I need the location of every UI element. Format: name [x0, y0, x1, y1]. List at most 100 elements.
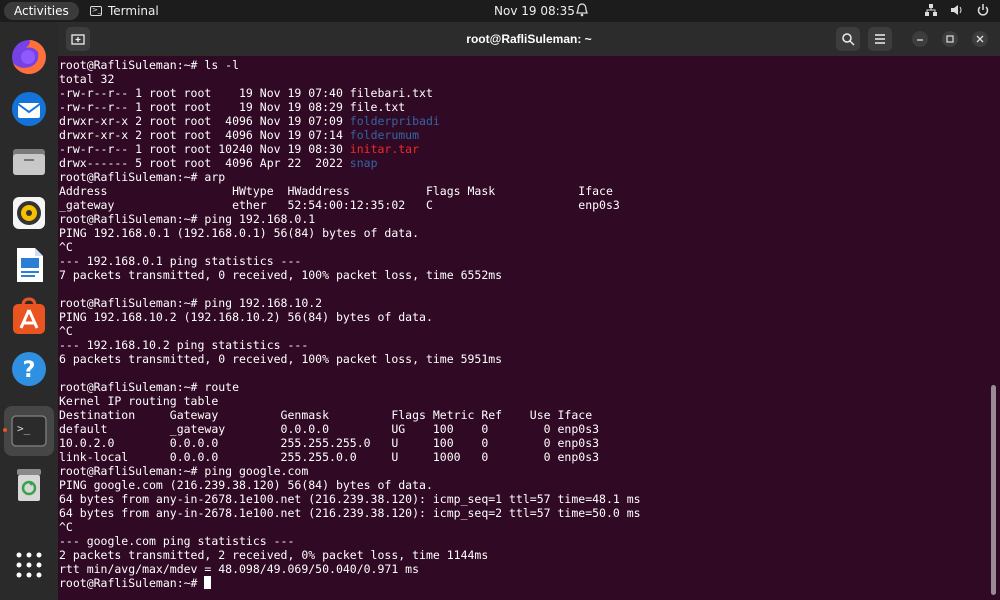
terminal-line: ^C: [58, 520, 988, 534]
alarm-icon: [576, 3, 588, 20]
terminal-line: Address HWtype HWaddress Flags Mask Ifac…: [58, 184, 988, 198]
terminal-text: snap: [349, 156, 378, 170]
terminal-line: -rw-r--r-- 1 root root 19 Nov 19 08:29 f…: [58, 100, 988, 114]
volume-icon[interactable]: [950, 3, 964, 20]
text-cursor: [204, 576, 212, 589]
terminal-text: default _gateway 0.0.0.0 UG 100 0 0 enp0…: [59, 422, 600, 436]
terminal-line: link-local 0.0.0.0 255.255.0.0 U 1000 0 …: [58, 450, 988, 464]
terminal-text: 7 packets transmitted, 0 received, 100% …: [59, 268, 503, 282]
terminal-text: 6 packets transmitted, 0 received, 100% …: [59, 352, 503, 366]
minimize-button[interactable]: [912, 31, 928, 47]
power-icon[interactable]: [976, 3, 990, 20]
terminal-text: PING 192.168.0.1 (192.168.0.1) 56(84) by…: [59, 226, 420, 240]
terminal-line: _gateway ether 52:54:00:12:35:02 C enp0s…: [58, 198, 988, 212]
scrollbar[interactable]: [991, 385, 996, 595]
writer-icon[interactable]: [8, 244, 50, 286]
terminal-line: total 32: [58, 72, 988, 86]
terminal-line: Kernel IP routing table: [58, 394, 988, 408]
terminal-line: --- 192.168.10.2 ping statistics ---: [58, 338, 988, 352]
app-grid-icon[interactable]: [8, 544, 50, 586]
network-icon[interactable]: [924, 3, 938, 20]
terminal-text: drwxr-xr-x 2 root root 4096 Nov 19 07:09: [59, 114, 350, 128]
terminal-text: 2 packets transmitted, 2 received, 0% pa…: [59, 548, 489, 562]
activities-button[interactable]: Activities: [4, 2, 79, 20]
terminal-line: root@RafliSuleman:~# route: [58, 380, 988, 394]
terminal-line: root@RafliSuleman:~# ping 192.168.0.1: [58, 212, 988, 226]
dock: ? >_: [0, 22, 58, 600]
terminal-line: root@RafliSuleman:~# ls -l: [58, 58, 988, 72]
terminal-line: root@RafliSuleman:~# ping 192.168.10.2: [58, 296, 988, 310]
terminal-text: root@RafliSuleman:~# arp: [59, 170, 226, 184]
software-icon[interactable]: [8, 296, 50, 338]
terminal-text: --- google.com ping statistics ---: [59, 534, 295, 548]
terminal-text: drwxr-xr-x 2 root root 4096 Nov 19 07:14: [59, 128, 350, 142]
terminal-line: --- 192.168.0.1 ping statistics ---: [58, 254, 988, 268]
terminal-app-icon: >_: [90, 6, 102, 16]
terminal-text: 10.0.2.0 0.0.0.0 255.255.255.0 U 100 0 0…: [59, 436, 600, 450]
terminal-text: PING google.com (216.239.38.120) 56(84) …: [59, 478, 433, 492]
terminal-text: root@RafliSuleman:~#: [59, 576, 205, 590]
app-menu[interactable]: >_ Terminal: [90, 0, 159, 22]
terminal-text: --- 192.168.10.2 ping statistics ---: [59, 338, 309, 352]
terminal-text: initar.tar: [349, 142, 420, 156]
title-bar[interactable]: root@RafliSuleman: ~: [58, 22, 1000, 56]
files-icon[interactable]: [8, 140, 50, 182]
terminal-text: -rw-r--r-- 1 root root 19 Nov 19 07:40 f…: [59, 86, 433, 100]
terminal-text: root@RafliSuleman:~# ls -l: [59, 58, 240, 72]
terminal-output[interactable]: root@RafliSuleman:~# ls -l total 32 -rw-r-…: [58, 58, 988, 600]
maximize-button[interactable]: [942, 31, 958, 47]
trash-icon[interactable]: [8, 464, 50, 506]
search-button[interactable]: [836, 27, 860, 51]
top-bar: Activities >_ Terminal Nov 19 08:35: [0, 0, 1000, 22]
menu-button[interactable]: [868, 27, 892, 51]
terminal-text: ^C: [59, 240, 73, 254]
firefox-icon[interactable]: [8, 36, 50, 78]
terminal-line: ^C: [58, 324, 988, 338]
help-icon[interactable]: ?: [8, 348, 50, 390]
terminal-text: root@RafliSuleman:~# route: [59, 380, 240, 394]
terminal-text: 64 bytes from any-in-2678.1e100.net (216…: [59, 506, 641, 520]
terminal-line: Destination Gateway Genmask Flags Metric…: [58, 408, 988, 422]
terminal-line: root@RafliSuleman:~#: [58, 576, 988, 590]
terminal-line: PING 192.168.0.1 (192.168.0.1) 56(84) by…: [58, 226, 988, 240]
terminal-text: ^C: [59, 324, 73, 338]
terminal-text: root@RafliSuleman:~# ping google.com: [59, 464, 309, 478]
terminal-text: folderpribadi: [349, 114, 440, 128]
terminal-text: Kernel IP routing table: [59, 394, 219, 408]
terminal-text: root@RafliSuleman:~# ping 192.168.0.1: [59, 212, 316, 226]
thunderbird-icon[interactable]: [8, 88, 50, 130]
svg-text:>_: >_: [17, 422, 31, 435]
terminal-text: ^C: [59, 520, 73, 534]
terminal-text: Destination Gateway Genmask Flags Metric…: [59, 408, 593, 422]
terminal-text: PING 192.168.10.2 (192.168.10.2) 56(84) …: [59, 310, 433, 324]
system-tray[interactable]: [924, 0, 990, 22]
terminal-text: _gateway ether 52:54:00:12:35:02 C enp0s…: [59, 198, 620, 212]
terminal-line: drwxr-xr-x 2 root root 4096 Nov 19 07:14…: [58, 128, 988, 142]
terminal-text: -rw-r--r-- 1 root root 19 Nov 19 08:29 f…: [59, 100, 406, 114]
terminal-line: 64 bytes from any-in-2678.1e100.net (216…: [58, 492, 988, 506]
app-menu-label: Terminal: [108, 4, 159, 18]
rhythmbox-icon[interactable]: [8, 192, 50, 234]
terminal-line: 2 packets transmitted, 2 received, 0% pa…: [58, 548, 988, 562]
terminal-line: PING 192.168.10.2 (192.168.10.2) 56(84) …: [58, 310, 988, 324]
svg-text:?: ?: [23, 358, 36, 383]
terminal-text: -rw-r--r-- 1 root root 10240 Nov 19 08:3…: [59, 142, 350, 156]
terminal-line: PING google.com (216.239.38.120) 56(84) …: [58, 478, 988, 492]
terminal-line: default _gateway 0.0.0.0 UG 100 0 0 enp0…: [58, 422, 988, 436]
terminal-line: -rw-r--r-- 1 root root 19 Nov 19 07:40 f…: [58, 86, 988, 100]
terminal-text: link-local 0.0.0.0 255.255.0.0 U 1000 0 …: [59, 450, 600, 464]
terminal-line: 10.0.2.0 0.0.0.0 255.255.255.0 U 100 0 0…: [58, 436, 988, 450]
terminal-text: root@RafliSuleman:~# ping 192.168.10.2: [59, 296, 323, 310]
terminal-text: folderumum: [349, 128, 420, 142]
terminal-icon[interactable]: >_: [4, 406, 54, 456]
terminal-line: root@RafliSuleman:~# arp: [58, 170, 988, 184]
terminal-text: Address HWtype HWaddress Flags Mask Ifac…: [59, 184, 613, 198]
terminal-line: 7 packets transmitted, 0 received, 100% …: [58, 268, 988, 282]
close-button[interactable]: [972, 31, 988, 47]
clock[interactable]: Nov 19 08:35: [494, 0, 575, 22]
terminal-line: -rw-r--r-- 1 root root 10240 Nov 19 08:3…: [58, 142, 988, 156]
terminal-line: drwxr-xr-x 2 root root 4096 Nov 19 07:09…: [58, 114, 988, 128]
terminal-window: root@RafliSuleman: ~ root@RafliSuleman:~…: [58, 22, 1000, 600]
